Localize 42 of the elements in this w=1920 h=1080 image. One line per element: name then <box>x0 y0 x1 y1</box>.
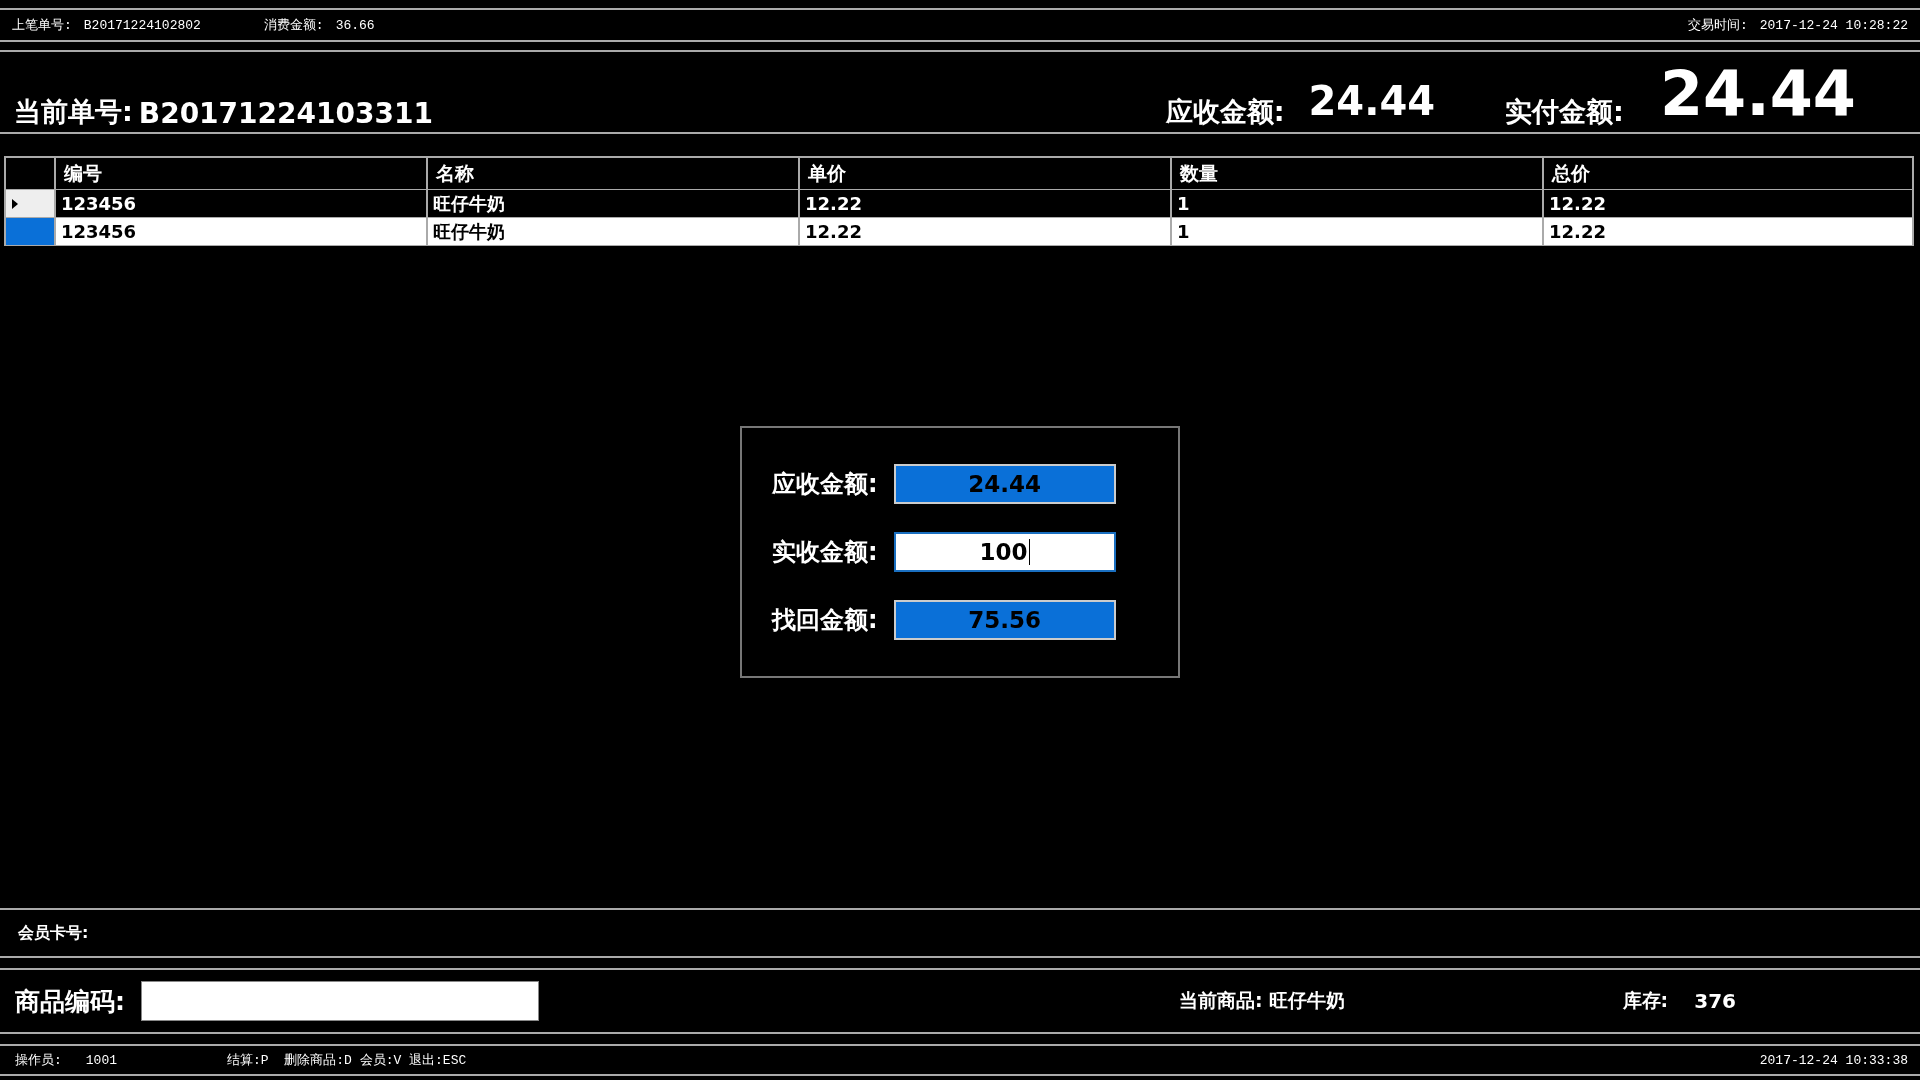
field-label: 操作员: <box>15 1052 62 1069</box>
shortcut-hints: 结算:P 删除商品:D 会员:V 退出:ESC <box>227 1052 467 1069</box>
column-header[interactable]: 总价 <box>1542 158 1914 190</box>
row-indicator[interactable] <box>4 190 54 218</box>
paid-amount: 24.44 <box>1659 57 1856 130</box>
amount-label: 找回金额: <box>772 605 878 636</box>
current-time: 2017-12-24 10:33:38 <box>1759 1052 1908 1068</box>
amount-label: 应收金额: <box>1165 95 1285 129</box>
amount-label: 实付金额: <box>1505 95 1624 129</box>
amount-label: 实收金额: <box>772 537 878 568</box>
field-label: 商品编码: <box>15 985 125 1018</box>
field-label: 消费金额: <box>263 17 324 34</box>
stock-count: 376 <box>1694 989 1736 1013</box>
column-header[interactable]: 编号 <box>54 158 426 190</box>
field-label: 库存: <box>1622 988 1669 1013</box>
amount-label: 应收金额: <box>772 469 878 500</box>
table-cell: 12.22 <box>798 218 1170 246</box>
field-label: 当前商品: <box>1179 988 1263 1013</box>
due-amount: 24.44 <box>1308 78 1436 124</box>
current-order-number: B20171224103311 <box>138 97 433 130</box>
amount-display-field: 24.44 <box>893 464 1116 504</box>
field-label: 交易时间: <box>1687 17 1748 34</box>
column-header[interactable]: 单价 <box>798 158 1170 190</box>
member-card-label: 会员卡号: <box>18 922 89 944</box>
table-cell: 123456 <box>54 218 426 246</box>
operator-id: 1001 <box>85 1052 118 1068</box>
table-cell: 12.22 <box>1542 218 1914 246</box>
amount-input-field[interactable]: 100 <box>893 532 1116 572</box>
order-label: 当前单号: <box>14 95 133 129</box>
column-header[interactable]: 名称 <box>426 158 798 190</box>
field-label: 上笔单号: <box>12 17 72 34</box>
current-row-icon <box>12 198 18 209</box>
table-cell: 旺仔牛奶 <box>426 218 798 246</box>
amount-display-field: 75.56 <box>893 600 1116 640</box>
table-row[interactable]: 123456 旺仔牛奶 12.22 1 12.22 <box>4 218 1914 246</box>
last-order-number: B20171224102802 <box>83 17 202 33</box>
product-code-field[interactable] <box>141 981 539 1021</box>
column-header[interactable]: 数量 <box>1170 158 1542 190</box>
table-cell: 1 <box>1170 218 1542 246</box>
current-product-name: 旺仔牛奶 <box>1268 988 1345 1013</box>
transaction-time: 2017-12-24 10:28:22 <box>1759 17 1908 33</box>
spent-amount: 36.66 <box>335 17 375 33</box>
